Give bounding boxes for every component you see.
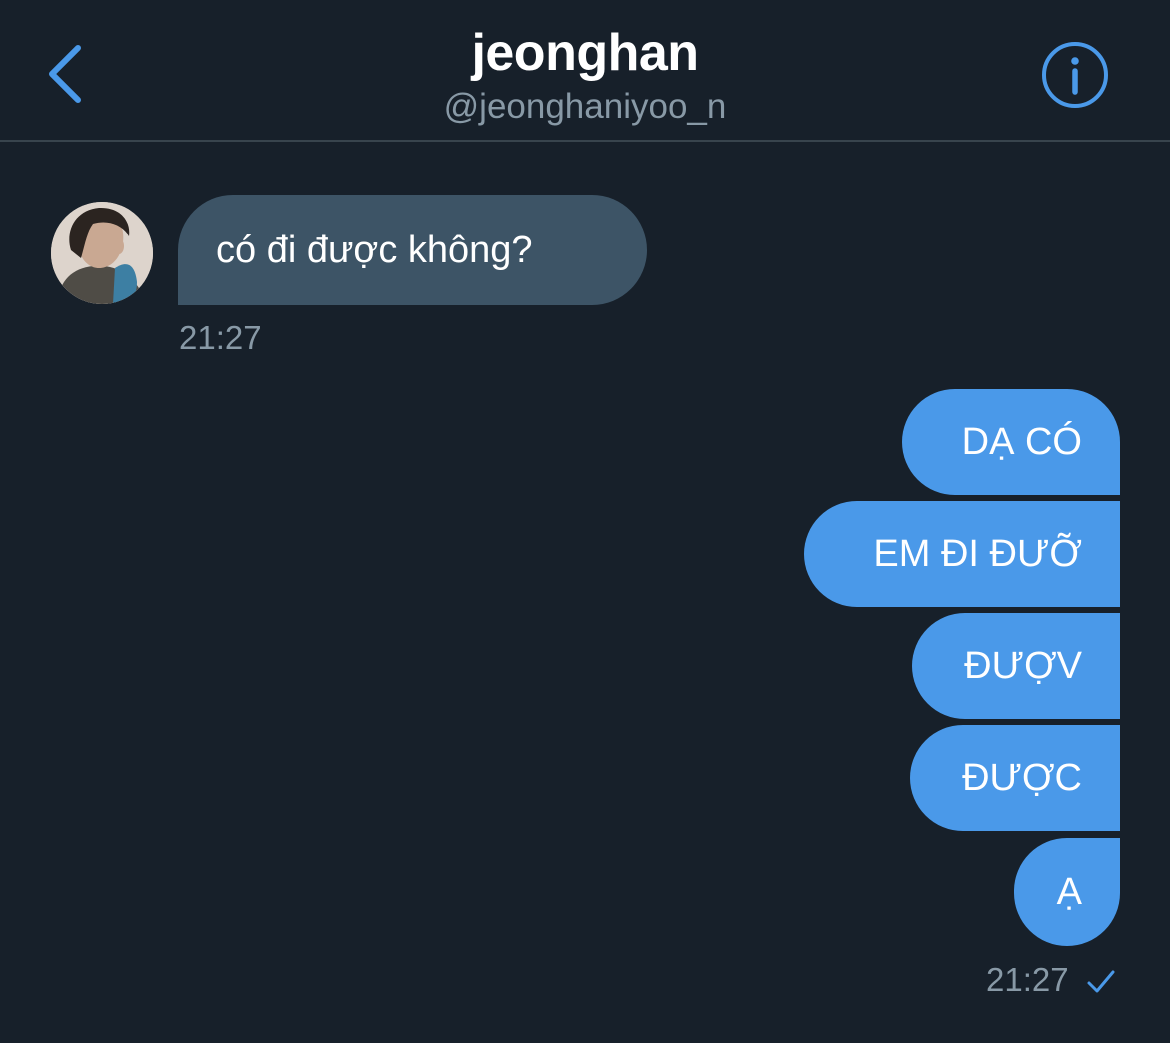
- message-text: ĐƯỢC: [962, 756, 1082, 799]
- outgoing-message-bubble[interactable]: Ạ: [1014, 838, 1120, 946]
- message-text: ĐƯỢV: [964, 644, 1082, 687]
- incoming-timestamp: 21:27: [179, 319, 262, 356]
- outgoing-message-bubble[interactable]: EM ĐI ĐƯỠ: [804, 501, 1120, 607]
- info-button[interactable]: [1040, 40, 1110, 110]
- checkmark-icon: [1087, 970, 1115, 993]
- message-text: có đi được không?: [216, 228, 533, 271]
- conversation-handle[interactable]: @jeonghaniyoo_n: [0, 86, 1170, 128]
- conversation-header: jeonghan @jeonghaniyoo_n: [0, 0, 1170, 142]
- avatar-photo: [51, 202, 153, 304]
- incoming-message-bubble[interactable]: có đi được không?: [178, 195, 647, 305]
- outgoing-message-bubble[interactable]: ĐƯỢV: [912, 613, 1120, 719]
- outgoing-message-bubble[interactable]: ĐƯỢC: [910, 725, 1120, 831]
- message-text: DẠ CÓ: [961, 420, 1082, 463]
- conversation-title[interactable]: jeonghan: [0, 22, 1170, 84]
- message-text: EM ĐI ĐƯỠ: [873, 532, 1082, 575]
- message-text: Ạ: [1056, 870, 1082, 913]
- outgoing-message-bubble[interactable]: DẠ CÓ: [902, 389, 1120, 495]
- info-icon: [1042, 42, 1108, 108]
- avatar[interactable]: [51, 202, 153, 304]
- outgoing-timestamp: 21:27: [986, 961, 1069, 998]
